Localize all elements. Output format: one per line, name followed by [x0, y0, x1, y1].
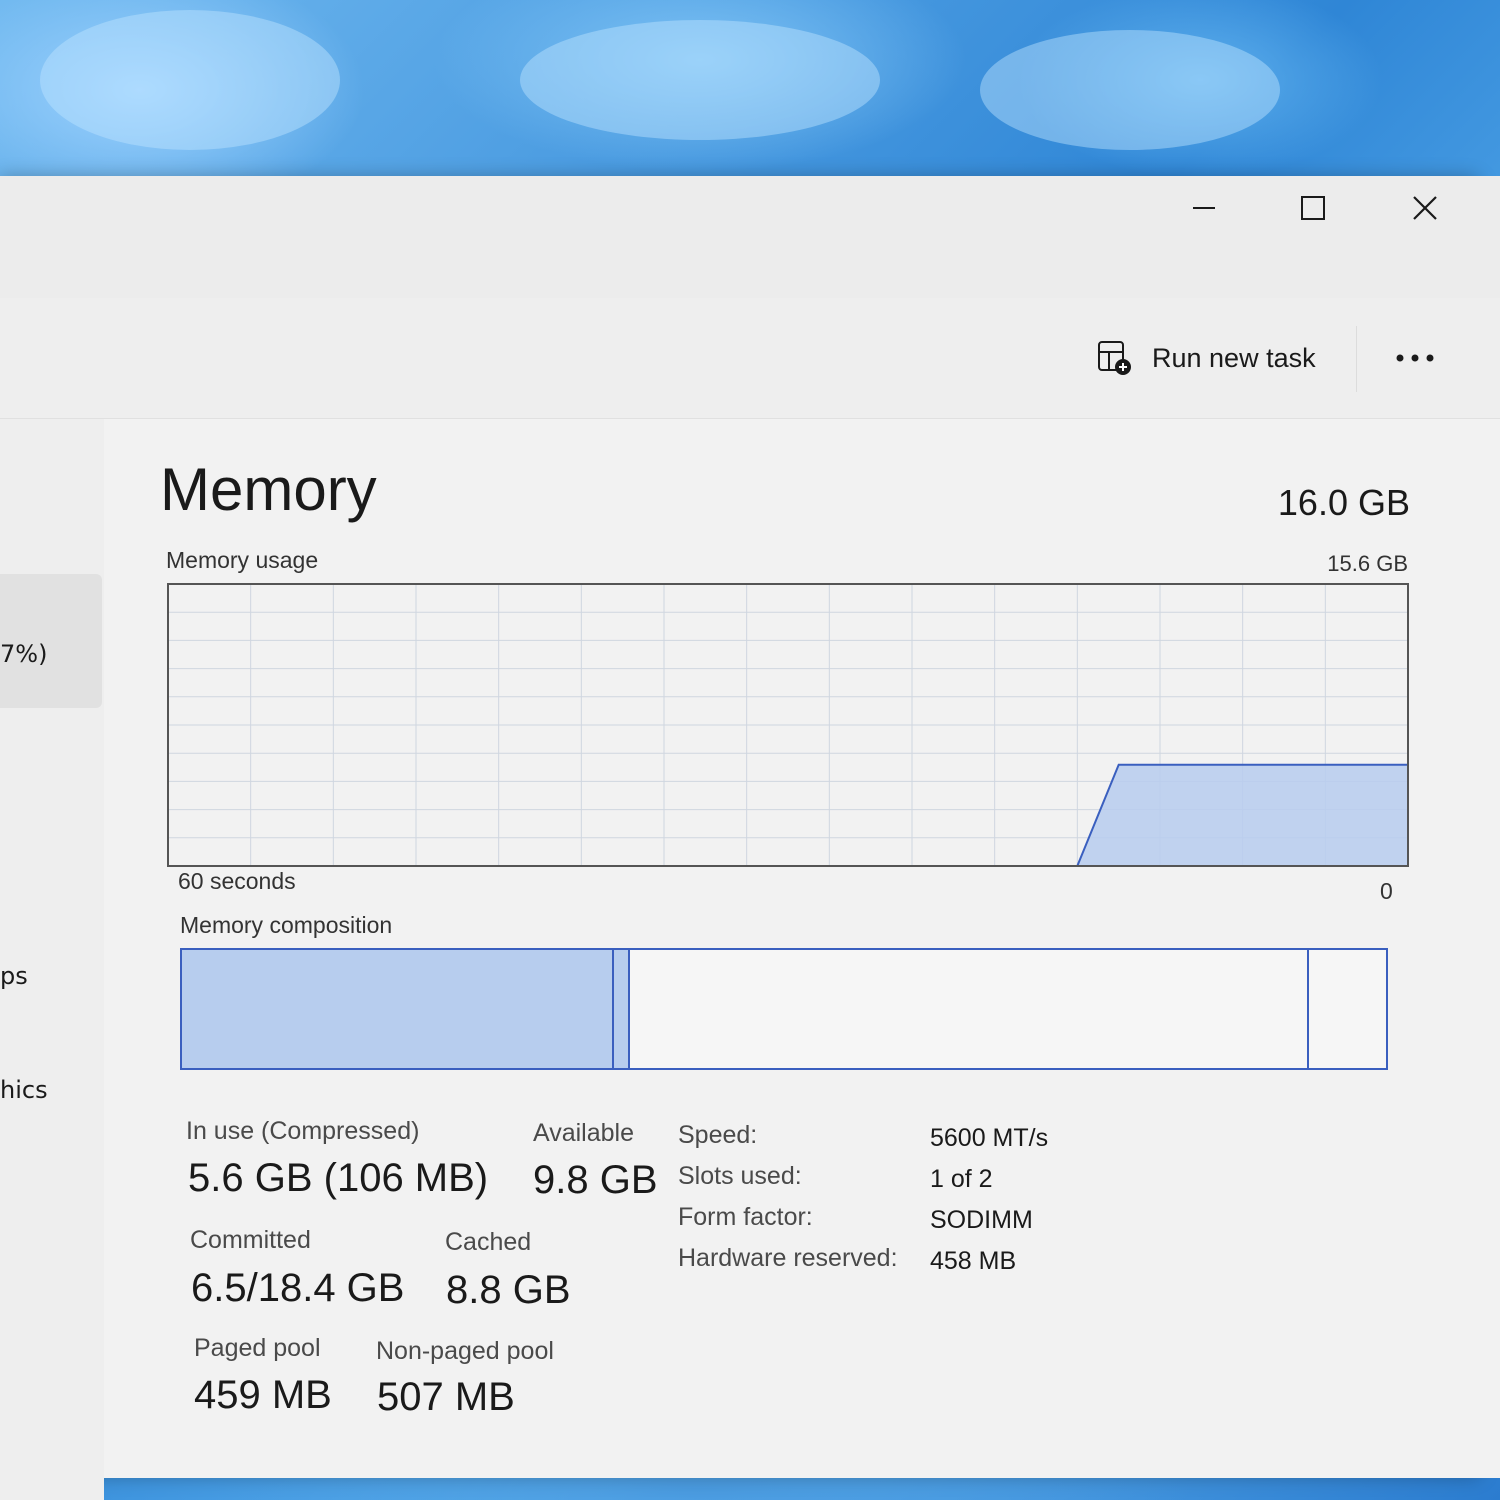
paged-pool-value: 459 MB: [194, 1373, 332, 1417]
cached-label: Cached: [445, 1228, 532, 1256]
minimize-icon: [1193, 207, 1215, 209]
memory-usage-max: 15.6 GB: [1327, 551, 1408, 576]
paged-pool-label: Paged pool: [194, 1334, 321, 1362]
composition-segment-free[interactable]: [1308, 950, 1386, 1068]
hardware-reserved-value: 458 MB: [930, 1247, 1017, 1275]
committed-label: Committed: [190, 1226, 311, 1254]
command-separator: [1356, 326, 1357, 392]
sidebar-item-label[interactable]: hics: [0, 1076, 48, 1104]
memory-usage-area: [168, 763, 1409, 867]
graph-time-axis-end: 0: [1380, 878, 1393, 904]
hardware-reserved-key: Hardware reserved:: [678, 1244, 898, 1272]
memory-composition-bar: [180, 948, 1388, 1070]
more-icon: [1396, 354, 1434, 362]
run-new-task-label: Run new task: [1152, 342, 1316, 373]
more-options-button[interactable]: [1386, 336, 1444, 380]
slots-value: 1 of 2: [930, 1165, 993, 1193]
page-title: Memory: [160, 456, 377, 523]
title-bar: [0, 176, 1500, 298]
wallpaper-petal: [40, 10, 340, 150]
cached-value: 8.8 GB: [446, 1268, 571, 1312]
speed-key: Speed:: [678, 1121, 758, 1149]
sidebar-item-label: 7%): [0, 640, 48, 668]
total-memory: 16.0 GB: [1277, 482, 1410, 523]
nonpaged-pool-value: 507 MB: [377, 1375, 515, 1419]
sidebar-item-label[interactable]: ps: [0, 962, 28, 990]
composition-segment-in-use[interactable]: [182, 950, 615, 1068]
close-icon: [1413, 196, 1437, 220]
minimize-button[interactable]: [1172, 176, 1236, 240]
maximize-button[interactable]: [1281, 176, 1345, 240]
composition-segment-standby[interactable]: [629, 950, 1309, 1068]
maximize-icon: [1301, 196, 1325, 220]
memory-composition-label: Memory composition: [180, 912, 393, 938]
close-button[interactable]: [1393, 176, 1457, 240]
available-label: Available: [533, 1119, 635, 1147]
run-new-task-button[interactable]: Run new task: [1096, 336, 1316, 380]
graph-time-axis-start: 60 seconds: [178, 868, 296, 894]
form-factor-value: SODIMM: [930, 1206, 1033, 1234]
available-value: 9.8 GB: [533, 1158, 658, 1202]
speed-value: 5600 MT/s: [930, 1124, 1049, 1152]
in-use-value: 5.6 GB (106 MB): [188, 1156, 489, 1200]
committed-value: 6.5/18.4 GB: [191, 1266, 405, 1310]
nonpaged-pool-label: Non-paged pool: [376, 1337, 554, 1365]
memory-usage-graph: [167, 583, 1409, 867]
run-task-icon: [1098, 341, 1131, 375]
in-use-label: In use (Compressed): [186, 1117, 420, 1145]
wallpaper-petal: [980, 30, 1280, 150]
memory-usage-label: Memory usage: [166, 547, 319, 573]
slots-key: Slots used:: [678, 1162, 802, 1190]
wallpaper-petal: [520, 20, 880, 140]
form-factor-key: Form factor:: [678, 1203, 813, 1231]
composition-segment-modified[interactable]: [614, 950, 630, 1068]
